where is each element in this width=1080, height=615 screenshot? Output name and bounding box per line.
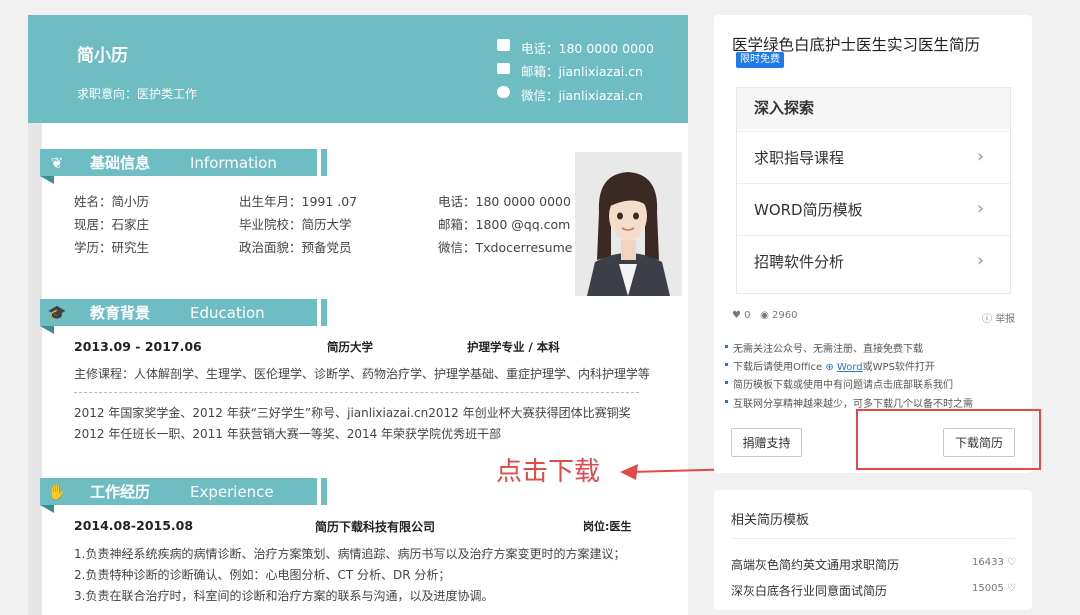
resume-name: 简小历 (77, 46, 128, 66)
click-download-annotation: 点击下载 (496, 457, 601, 487)
section-header-tail (321, 299, 327, 326)
info-email: 邮箱：1800 @qq.com (438, 217, 571, 232)
work-company: 简历下载科技有限公司 (315, 520, 436, 534)
related-count-1: 16433 ♡ (972, 557, 1016, 568)
section-title-en: Education (190, 303, 265, 322)
heart-icon[interactable]: ♥ (732, 310, 741, 321)
info-birth: 出生年月：1991 .07 (239, 194, 358, 209)
section-title-cn: 基础信息 (90, 154, 151, 172)
explore-item-recruit-software[interactable]: 招聘软件分析 › (737, 235, 1010, 286)
free-badge: 限时免费 (736, 52, 784, 68)
note-4: 互联网分享精神越来越少，可多下载几个以备不时之需 (725, 395, 973, 410)
work-duty-3: 3.负责在联合治疗时，科室间的诊断和治疗方案的联系与沟通，以及进度协调。 (74, 589, 494, 603)
note-2-tail: 或WPS软件打开 (862, 362, 935, 373)
stats: ♥ 0 ◉ 2960 (732, 310, 797, 321)
contact-wechat: 微信：jianlixiazai.cn (521, 88, 643, 103)
download-panel: 医学绿色白底护士医生实习医生简历 限时免费 深入探索 求职指导课程 › WORD简… (714, 15, 1032, 473)
explore-title: 深入探索 (737, 88, 1010, 129)
info-wechat: 微信：Txdocerresume (438, 240, 573, 255)
related-item-1[interactable]: 高端灰色简约英文通用求职简历 (731, 556, 899, 573)
edu-school: 简历大学 (327, 340, 373, 354)
contact-email: 邮箱：jianlixiazai.cn (521, 64, 643, 79)
explore-item-career-course[interactable]: 求职指导课程 › (737, 131, 1010, 182)
explore-item-label: WORD简历模板 (754, 200, 863, 219)
info-residence: 现居：石家庄 (74, 217, 150, 232)
report-label: 举报 (995, 314, 1016, 325)
divider (731, 538, 1015, 539)
section-header-basic: ❦ 基础信息 Information (40, 149, 317, 184)
intent-label: 求职意向： (77, 87, 138, 101)
graduation-cap-icon: 🎓 (47, 303, 67, 322)
related-count-2: 15005 ♡ (972, 583, 1016, 594)
edu-period: 2013.09 - 2017.06 (74, 339, 202, 354)
note-2-text: 下载后请使用Office (733, 362, 826, 373)
chevron-right-icon: › (976, 250, 984, 271)
office-icon: ⊕ (825, 362, 834, 373)
profile-photo (575, 152, 682, 296)
edu-honors-1: 2012 年国家奖学金、2012 年获“三好学生”称号、jianlixiazai… (74, 406, 631, 420)
resume-preview: 简小历 求职意向：医护类工作 电话：180 0000 0000 邮箱：jianl… (28, 15, 688, 615)
like-count: 0 (744, 310, 751, 321)
note-1: 无需关注公众号、无需注册、直接免费下载 (725, 340, 923, 355)
donate-button[interactable]: 捐赠支持 (731, 428, 802, 457)
work-duty-1: 1.负责神经系统疾病的病情诊断、治疗方案策划、病情追踪、病历书写以及治疗方案变更… (74, 547, 626, 561)
work-period: 2014.08-2015.08 (74, 518, 194, 533)
divider (74, 392, 639, 393)
explore-box: 深入探索 求职指导课程 › WORD简历模板 › 招聘软件分析 › (736, 87, 1011, 294)
work-position: 岗位:医生 (583, 520, 632, 533)
chevron-right-icon: › (976, 198, 984, 219)
info-phone: 电话：180 0000 0000 (438, 194, 571, 209)
work-duty-2: 2.负责特种诊断的诊断确认、例如：心电图分析、CT 分析、DR 分析； (74, 568, 451, 582)
heart-outline-icon: ♡ (1007, 557, 1016, 568)
explore-item-label: 招聘软件分析 (754, 252, 845, 271)
leaf-icon: ❦ (50, 153, 64, 172)
phone-icon (497, 39, 510, 51)
section-header-work: ✋ 工作经历 Experience (40, 478, 317, 513)
edu-major: 护理学专业 / 本科 (467, 340, 560, 354)
related-item-2[interactable]: 深灰白底各行业同意面试简历 (731, 582, 887, 599)
section-title-en: Information (190, 153, 277, 172)
eye-icon: ◉ (760, 310, 769, 321)
download-highlight-box (856, 409, 1041, 470)
related-title: 相关简历模板 (731, 513, 810, 528)
info-political: 政治面貌：预备党员 (239, 240, 352, 255)
section-header-tail (321, 149, 327, 176)
job-intent: 求职意向：医护类工作 (77, 85, 197, 102)
explore-item-label: 求职指导课程 (754, 148, 845, 167)
report-link[interactable]: ⓘ 举报 (982, 310, 1015, 325)
related-templates-panel: 相关简历模板 高端灰色简约英文通用求职简历 16433 ♡ 深灰白底各行业同意面… (714, 490, 1032, 610)
word-link[interactable]: Word (837, 362, 863, 373)
contact-phone: 电话：180 0000 0000 (521, 41, 654, 56)
wechat-icon (497, 86, 510, 98)
heart-outline-icon: ♡ (1007, 583, 1016, 594)
intent-value: 医护类工作 (137, 87, 198, 101)
note-2: 下载后请使用Office ⊕ Word或WPS软件打开 (725, 358, 935, 373)
section-header-education: 🎓 教育背景 Education (40, 299, 317, 334)
section-title-en: Experience (190, 482, 274, 501)
info-school: 毕业院校：简历大学 (239, 217, 352, 232)
section-header-tail (321, 478, 327, 505)
view-count: 2960 (772, 310, 798, 321)
chevron-right-icon: › (976, 146, 984, 167)
related-count-value: 15005 (972, 583, 1004, 594)
related-count-value: 16433 (972, 557, 1004, 568)
explore-item-word-template[interactable]: WORD简历模板 › (737, 183, 1010, 234)
resume-side-strip (28, 123, 42, 615)
info-name: 姓名：简小历 (74, 194, 150, 209)
email-icon (497, 63, 510, 74)
info-degree: 学历：研究生 (74, 240, 150, 255)
note-3: 简历模板下载或使用中有问题请点击底部联系我们 (725, 376, 953, 391)
info-icon: ⓘ (982, 314, 992, 325)
edu-honors-2: 2012 年任班长一职、2011 年获营销大赛一等奖、2014 年荣获学院优秀班… (74, 427, 502, 441)
edu-courses: 主修课程：人体解剖学、生理学、医伦理学、诊断学、药物治疗学、护理学基础、重症护理… (74, 367, 651, 381)
section-title-cn: 教育背景 (90, 304, 151, 322)
hand-icon: ✋ (47, 482, 67, 501)
resume-header: 简小历 求职意向：医护类工作 电话：180 0000 0000 邮箱：jianl… (28, 15, 688, 123)
section-title-cn: 工作经历 (90, 483, 151, 501)
